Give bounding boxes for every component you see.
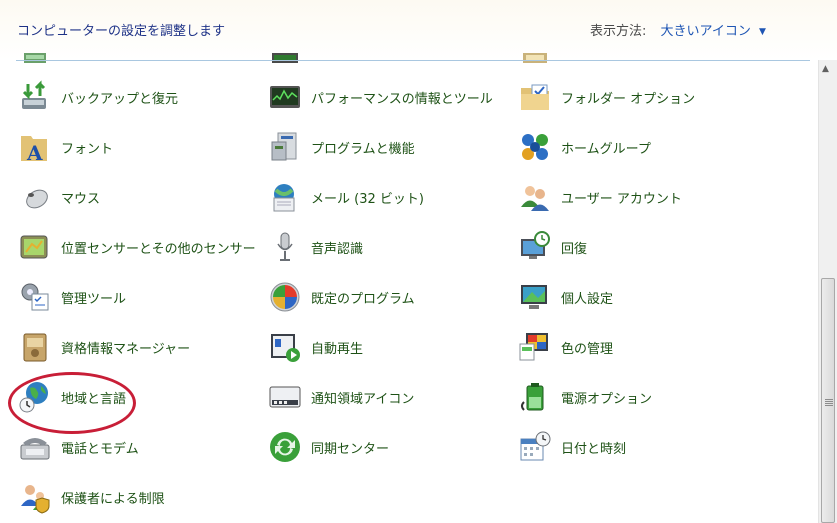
item-label: メール (32 ビット)	[311, 191, 424, 207]
item-performance[interactable]: パフォーマンスの情報とツール	[268, 77, 493, 117]
default-programs-icon	[268, 280, 302, 314]
item-date-time[interactable]: 日付と時刻	[518, 427, 626, 467]
partial-item-1[interactable]	[18, 50, 52, 76]
fonts-icon: A	[18, 130, 52, 164]
item-label: バックアップと復元	[61, 91, 179, 107]
item-default-programs[interactable]: 既定のプログラム	[268, 277, 415, 317]
item-label: 既定のプログラム	[311, 291, 415, 307]
vertical-scrollbar[interactable]: ▲	[818, 60, 837, 523]
item-location-sensors[interactable]: 位置センサーとその他のセンサー	[18, 227, 256, 267]
item-label: 同期センター	[311, 441, 390, 457]
date-time-icon	[518, 430, 552, 464]
backup-restore-icon	[18, 80, 52, 114]
item-user-accounts[interactable]: ユーザー アカウント	[518, 177, 682, 217]
item-label: 保護者による制限	[61, 491, 165, 507]
item-recovery[interactable]: 回復	[518, 227, 587, 267]
programs-features-icon	[268, 130, 302, 164]
item-color-management[interactable]: 色の管理	[518, 327, 613, 367]
partial-item-3[interactable]	[518, 50, 552, 76]
recovery-icon	[518, 230, 552, 264]
item-homegroup[interactable]: ホームグループ	[518, 127, 651, 167]
credential-manager-icon	[18, 330, 52, 364]
item-label: 音声認識	[311, 241, 364, 257]
item-label: ホームグループ	[561, 141, 651, 157]
item-fonts[interactable]: A フォント	[18, 127, 113, 167]
partial-icon	[18, 50, 52, 73]
item-folder-options[interactable]: フォルダー オプション	[518, 77, 695, 117]
item-phone-modem[interactable]: 電話とモデム	[18, 427, 139, 467]
autoplay-icon	[268, 330, 302, 364]
partial-icon	[518, 50, 552, 73]
item-label: フォント	[61, 141, 114, 157]
header-divider	[16, 60, 810, 61]
item-label: プログラムと機能	[311, 141, 415, 157]
mouse-icon	[18, 180, 52, 214]
item-parental-controls[interactable]: 保護者による制限	[18, 477, 165, 517]
item-label: 管理ツール	[61, 291, 127, 307]
item-mail[interactable]: メール (32 ビット)	[268, 177, 424, 217]
chevron-down-icon[interactable]: ▼	[759, 27, 766, 37]
item-label: 電話とモデム	[61, 441, 139, 457]
item-admin-tools[interactable]: 管理ツール	[18, 277, 126, 317]
personalization-icon	[518, 280, 552, 314]
mail-icon	[268, 180, 302, 214]
microphone-icon	[268, 230, 302, 264]
item-region-language[interactable]: 地域と言語	[18, 377, 126, 417]
partial-item-2[interactable]	[268, 50, 302, 76]
admin-tools-icon	[18, 280, 52, 314]
item-label: 地域と言語	[61, 391, 127, 407]
location-sensors-icon	[18, 230, 52, 264]
performance-icon	[268, 80, 302, 114]
folder-options-icon	[518, 80, 552, 114]
item-label: 位置センサーとその他のセンサー	[61, 241, 256, 257]
view-by-dropdown[interactable]: 大きいアイコン	[661, 24, 751, 39]
power-options-icon	[518, 380, 552, 414]
item-label: パフォーマンスの情報とツール	[311, 91, 493, 107]
item-label: 電源オプション	[561, 391, 653, 407]
item-programs-features[interactable]: プログラムと機能	[268, 127, 415, 167]
notification-area-icon	[268, 380, 302, 414]
item-mouse[interactable]: マウス	[18, 177, 100, 217]
scroll-thumb[interactable]	[821, 278, 835, 523]
item-personalization[interactable]: 個人設定	[518, 277, 613, 317]
item-notification-area[interactable]: 通知領域アイコン	[268, 377, 414, 417]
scroll-up-icon[interactable]: ▲	[822, 64, 829, 74]
view-by-label: 表示方法:	[590, 24, 647, 39]
item-autoplay[interactable]: 自動再生	[268, 327, 363, 367]
item-label: ユーザー アカウント	[561, 191, 682, 207]
phone-modem-icon	[18, 430, 52, 464]
partial-icon	[268, 50, 302, 73]
view-by: 表示方法: 大きいアイコン ▼	[590, 20, 766, 39]
item-label: 自動再生	[311, 341, 364, 357]
page-title: コンピューターの設定を調整します	[17, 24, 226, 39]
user-accounts-icon	[518, 180, 552, 214]
sync-center-icon	[268, 430, 302, 464]
grip-icon	[825, 399, 833, 400]
item-label: 色の管理	[561, 341, 614, 357]
item-label: 日付と時刻	[561, 441, 627, 457]
item-label: 通知領域アイコン	[311, 391, 415, 407]
item-power-options[interactable]: 電源オプション	[518, 377, 652, 417]
item-label: 回復	[561, 241, 588, 257]
item-label: 資格情報マネージャー	[61, 341, 191, 357]
item-label: 個人設定	[561, 291, 614, 307]
control-panel-items: バックアップと復元 パフォーマンスの情報とツール フォルダー オプション A フ…	[0, 50, 818, 523]
region-language-icon	[18, 380, 52, 414]
item-label: フォルダー オプション	[561, 91, 696, 107]
svg-text:A: A	[26, 141, 43, 164]
color-management-icon	[518, 330, 552, 364]
item-sync-center[interactable]: 同期センター	[268, 427, 389, 467]
item-backup-restore[interactable]: バックアップと復元	[18, 77, 178, 117]
homegroup-icon	[518, 130, 552, 164]
item-speech-recognition[interactable]: 音声認識	[268, 227, 363, 267]
item-credential-manager[interactable]: 資格情報マネージャー	[18, 327, 190, 367]
parental-controls-icon	[18, 480, 52, 514]
item-label: マウス	[61, 191, 101, 207]
